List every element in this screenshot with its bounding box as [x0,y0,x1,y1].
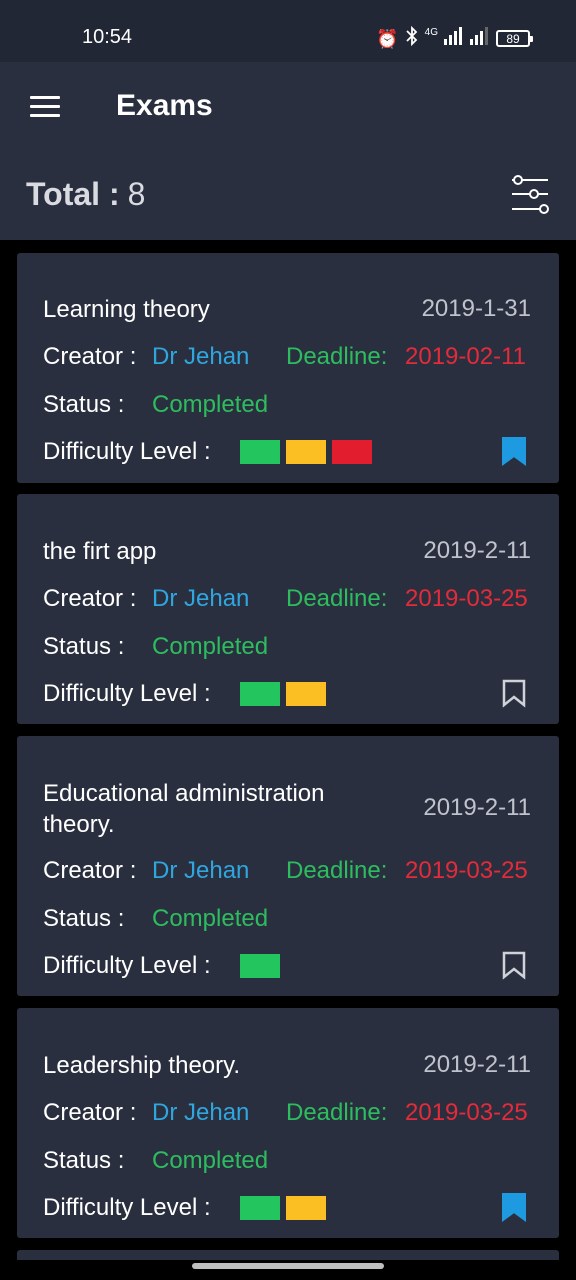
exam-card[interactable]: the firt app 2019-2-11 Creator : Dr Jeha… [17,494,559,724]
difficulty-block [332,440,372,464]
status-label: Status : [43,633,125,660]
exam-card[interactable]: Learning theory 2019-1-31 Creator : Dr J… [17,253,559,483]
difficulty-blocks [240,682,326,706]
signal-icon [444,27,464,50]
status-bar: 10:54 ⏰ 4G 89 [0,0,576,62]
page-title: Exams [116,89,213,122]
status-time: 10:54 [82,26,133,48]
creator-label: Creator : [43,585,137,612]
app-bar [0,62,576,240]
deadline-value: 2019-03-25 [405,857,528,884]
total-label: Total : [26,176,120,212]
status-label: Status : [43,1147,125,1174]
difficulty-block [286,682,326,706]
status-value: Completed [152,905,269,932]
status-value: Completed [152,1147,269,1174]
exam-title: the firt app [43,538,157,565]
exam-title: Leadership theory. [43,1052,241,1079]
status-icons: ⏰ 4G 89 [376,25,533,51]
difficulty-label: Difficulty Level : [43,952,211,979]
difficulty-label: Difficulty Level : [43,680,211,707]
menu-icon[interactable] [30,96,60,118]
exam-title: Learning theory [43,296,210,323]
battery-icon: 89 [496,30,533,47]
deadline-value: 2019-02-11 [405,343,526,370]
difficulty-block [240,954,280,978]
difficulty-blocks [240,954,280,978]
exam-date: 2019-1-31 [421,295,531,322]
creator-value: Dr Jehan [152,857,250,884]
difficulty-block [240,682,280,706]
exam-card[interactable] [17,1250,559,1260]
status-value: Completed [152,633,269,660]
status-label: Status : [43,905,125,932]
difficulty-label: Difficulty Level : [43,438,211,465]
bookmark-icon[interactable] [501,1192,527,1222]
alarm-icon: ⏰ [376,28,399,49]
exam-title: Educational administration theory. [43,780,325,838]
deadline-label: Deadline: [286,1099,388,1126]
deadline-label: Deadline: [286,585,388,612]
creator-value: Dr Jehan [152,1099,250,1126]
creator-label: Creator : [43,343,137,370]
filter-icon[interactable] [508,174,552,218]
difficulty-block [286,440,326,464]
deadline-value: 2019-03-25 [405,585,528,612]
creator-label: Creator : [43,1099,137,1126]
difficulty-blocks [240,1196,326,1220]
creator-value: Dr Jehan [152,585,250,612]
difficulty-block [286,1196,326,1220]
network-label: 4G [424,27,438,38]
deadline-label: Deadline: [286,857,388,884]
signal-icon [470,27,490,50]
difficulty-block [240,440,280,464]
bookmark-icon[interactable] [501,950,527,980]
total-value: 8 [127,176,146,212]
difficulty-block [240,1196,280,1220]
status-label: Status : [43,391,125,418]
difficulty-blocks [240,440,372,464]
creator-value: Dr Jehan [152,343,250,370]
exam-date: 2019-2-11 [423,537,531,564]
deadline-label: Deadline: [286,343,388,370]
status-value: Completed [152,391,269,418]
exam-date: 2019-2-11 [423,1051,531,1078]
exam-card[interactable]: Educational administration theory. 2019-… [17,736,559,996]
bookmark-icon[interactable] [501,436,527,466]
total-count: Total :8 [26,176,145,213]
exam-date: 2019-2-11 [423,794,531,821]
home-indicator[interactable] [192,1263,384,1269]
bluetooth-icon [405,25,419,51]
exam-card[interactable]: Leadership theory. 2019-2-11 Creator : D… [17,1008,559,1238]
creator-label: Creator : [43,857,137,884]
difficulty-label: Difficulty Level : [43,1194,211,1221]
deadline-value: 2019-03-25 [405,1099,528,1126]
bookmark-icon[interactable] [501,678,527,708]
